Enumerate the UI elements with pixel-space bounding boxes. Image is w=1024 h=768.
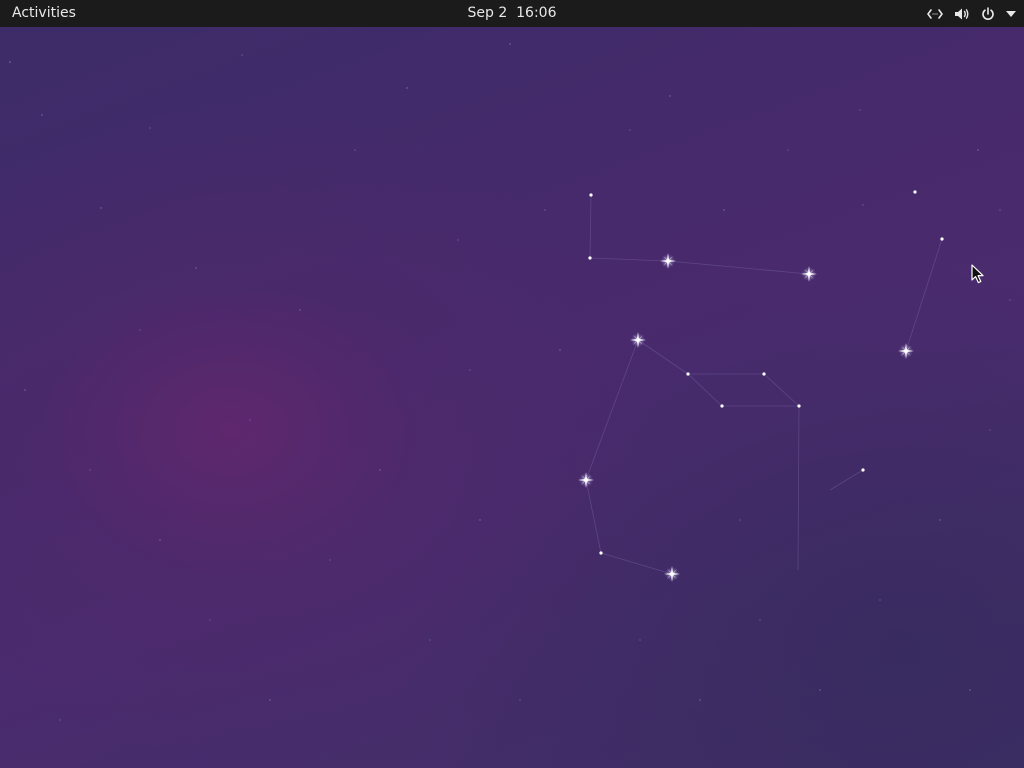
desktop-background[interactable]: Activities Sep 2 16:06 [0,0,1024,768]
mouse-pointer-icon [971,264,985,288]
constellation-wallpaper [9,43,1011,721]
top-bar: Activities Sep 2 16:06 [0,0,1024,27]
date-time-clock[interactable]: Sep 2 16:06 [462,0,562,27]
dropdown-arrow-icon [1006,10,1016,17]
faint-stars [9,43,1011,721]
medium-stars [588,190,944,555]
network-wired-icon [927,7,943,21]
constellation-lines [585,194,943,575]
system-status-menu[interactable] [927,0,1016,27]
volume-icon [954,7,970,21]
bright-stars [578,253,914,582]
activities-button[interactable]: Activities [0,0,88,27]
power-icon [981,6,995,21]
